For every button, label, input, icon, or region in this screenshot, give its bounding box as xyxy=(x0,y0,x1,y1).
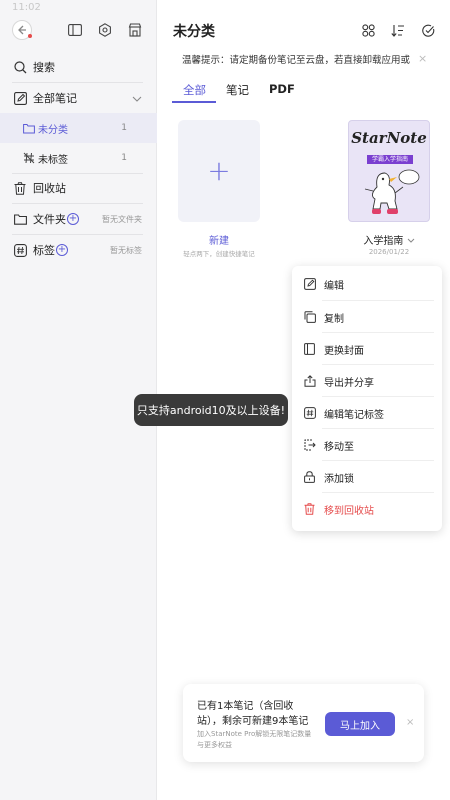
add-tag-button[interactable]: + xyxy=(56,244,68,256)
sidebar-item-folders[interactable]: 文件夹 + 暂无文件夹 xyxy=(0,204,157,234)
uncategorized-label: 未分类 xyxy=(38,124,68,136)
search-icon xyxy=(13,60,27,74)
sidebar-item-trash[interactable]: 回收站 xyxy=(0,173,157,203)
upgrade-banner: 已有1本笔记（含回收 站），剩余可新建9本笔记 加入StarNote Pro解锁… xyxy=(183,684,424,762)
select-check-icon[interactable] xyxy=(420,22,436,38)
note-title[interactable]: 入学指南 xyxy=(348,232,430,247)
folders-hint: 暂无文件夹 xyxy=(102,214,142,224)
tag-hash-icon xyxy=(303,407,316,420)
backup-notice: 温馨提示：请定期备份笔记至云盘，若直接卸载应用或... xyxy=(182,55,410,66)
menu-item-label: 移动至 xyxy=(324,441,354,453)
cover-subtitle: 学霸入学指南 xyxy=(367,155,413,164)
tab-all[interactable]: 全部 xyxy=(183,82,206,98)
menu-item-copy[interactable]: 复制 xyxy=(292,301,442,333)
sidebar-toggle-icon[interactable] xyxy=(67,22,83,38)
trash-label: 回收站 xyxy=(33,182,66,195)
status-time: 11:02 xyxy=(12,2,41,13)
promo-text-line1: 已有1本笔记（含回收 xyxy=(197,701,294,712)
close-icon[interactable]: × xyxy=(406,717,414,728)
trash-icon xyxy=(303,503,316,516)
tags-hint: 暂无标签 xyxy=(110,245,142,255)
note-cover[interactable]: StarNote 学霸入学指南 xyxy=(348,120,430,222)
tag-hash-icon xyxy=(13,243,27,257)
trash-icon xyxy=(13,181,27,195)
tags-label: 标签 xyxy=(33,244,55,257)
menu-item-label: 添加锁 xyxy=(324,473,354,485)
tab-underline xyxy=(172,101,216,103)
new-note-label: 新建 xyxy=(209,236,229,247)
menu-item-label: 编辑 xyxy=(324,280,344,292)
note-date: 2026/01/22 xyxy=(368,248,410,256)
menu-item-move-to-trash[interactable]: 移到回收站 xyxy=(292,493,442,525)
store-icon[interactable] xyxy=(127,22,143,38)
sidebar-item-all-notes[interactable]: 全部笔记 xyxy=(0,83,157,113)
lock-icon xyxy=(303,471,316,484)
menu-item-add-lock[interactable]: 添加锁 xyxy=(292,461,442,493)
uncategorized-count: 1 xyxy=(121,123,127,133)
menu-item-move-to[interactable]: 移动至 xyxy=(292,429,442,461)
sidebar-item-tags[interactable]: 标签 + 暂无标签 xyxy=(0,235,157,265)
app-logo[interactable] xyxy=(12,20,32,40)
tab-pdf[interactable]: PDF xyxy=(269,82,295,96)
close-icon[interactable]: × xyxy=(418,52,427,65)
promo-subtext-line2: 与更多权益 xyxy=(197,741,232,749)
promo-subtext-line1: 加入StarNote Pro解锁无限笔记数量 xyxy=(197,730,312,738)
add-folder-button[interactable]: + xyxy=(67,213,79,225)
menu-item-label: 导出并分享 xyxy=(324,377,374,389)
menu-item-change-cover[interactable]: 更换封面 xyxy=(292,333,442,365)
menu-item-label: 复制 xyxy=(324,313,344,325)
folders-label: 文件夹 xyxy=(33,213,66,226)
sort-icon[interactable] xyxy=(390,22,406,38)
edit-icon xyxy=(303,278,316,291)
sidebar-item-untagged[interactable]: 未标签 1 xyxy=(0,143,157,173)
plus-icon: + xyxy=(207,154,231,187)
settings-icon[interactable] xyxy=(97,22,113,38)
menu-item-label: 移到回收站 xyxy=(324,505,374,517)
menu-item-export-share[interactable]: 导出并分享 xyxy=(292,365,442,397)
new-note-card[interactable]: + xyxy=(178,120,260,222)
page-title: 未分类 xyxy=(173,24,215,40)
menu-item-label: 更换封面 xyxy=(324,345,364,357)
untagged-icon xyxy=(22,151,36,165)
menu-item-edit-tags[interactable]: 编辑笔记标签 xyxy=(292,397,442,429)
grid-view-icon[interactable] xyxy=(360,22,376,38)
share-icon xyxy=(303,375,316,388)
cover-title: StarNote xyxy=(351,129,427,147)
cover-illustration xyxy=(364,169,420,214)
join-now-button[interactable]: 马上加入 xyxy=(325,712,395,736)
promo-text-line2: 站），剩余可新建9本笔记 xyxy=(197,716,309,727)
sidebar-search[interactable]: 搜索 xyxy=(0,52,157,82)
untagged-label: 未标签 xyxy=(38,154,68,166)
menu-item-label: 编辑笔记标签 xyxy=(324,409,384,421)
notification-dot xyxy=(28,34,32,38)
search-label: 搜索 xyxy=(33,61,55,74)
move-icon xyxy=(303,439,316,452)
copy-icon xyxy=(303,311,316,324)
all-notes-label: 全部笔记 xyxy=(33,92,77,105)
folder-icon xyxy=(22,121,36,135)
untagged-count: 1 xyxy=(121,153,127,163)
menu-item-edit[interactable]: 编辑 xyxy=(292,268,442,300)
folder-icon xyxy=(13,212,27,226)
chevron-down-icon[interactable] xyxy=(132,93,142,106)
toast-message: 只支持android10及以上设备! xyxy=(134,394,288,426)
tab-notes[interactable]: 笔记 xyxy=(226,82,249,98)
chevron-down-icon xyxy=(407,238,414,243)
cover-icon xyxy=(303,343,316,356)
context-menu: 编辑 复制 更换封面 导出并分享 编辑笔记标签 移动至 添加锁 移到回收站 xyxy=(292,266,442,531)
new-note-hint: 轻点两下，创建快捷笔记 xyxy=(183,250,255,258)
sidebar-item-uncategorized[interactable]: 未分类 1 xyxy=(0,113,157,143)
notebook-edit-icon xyxy=(13,91,27,105)
